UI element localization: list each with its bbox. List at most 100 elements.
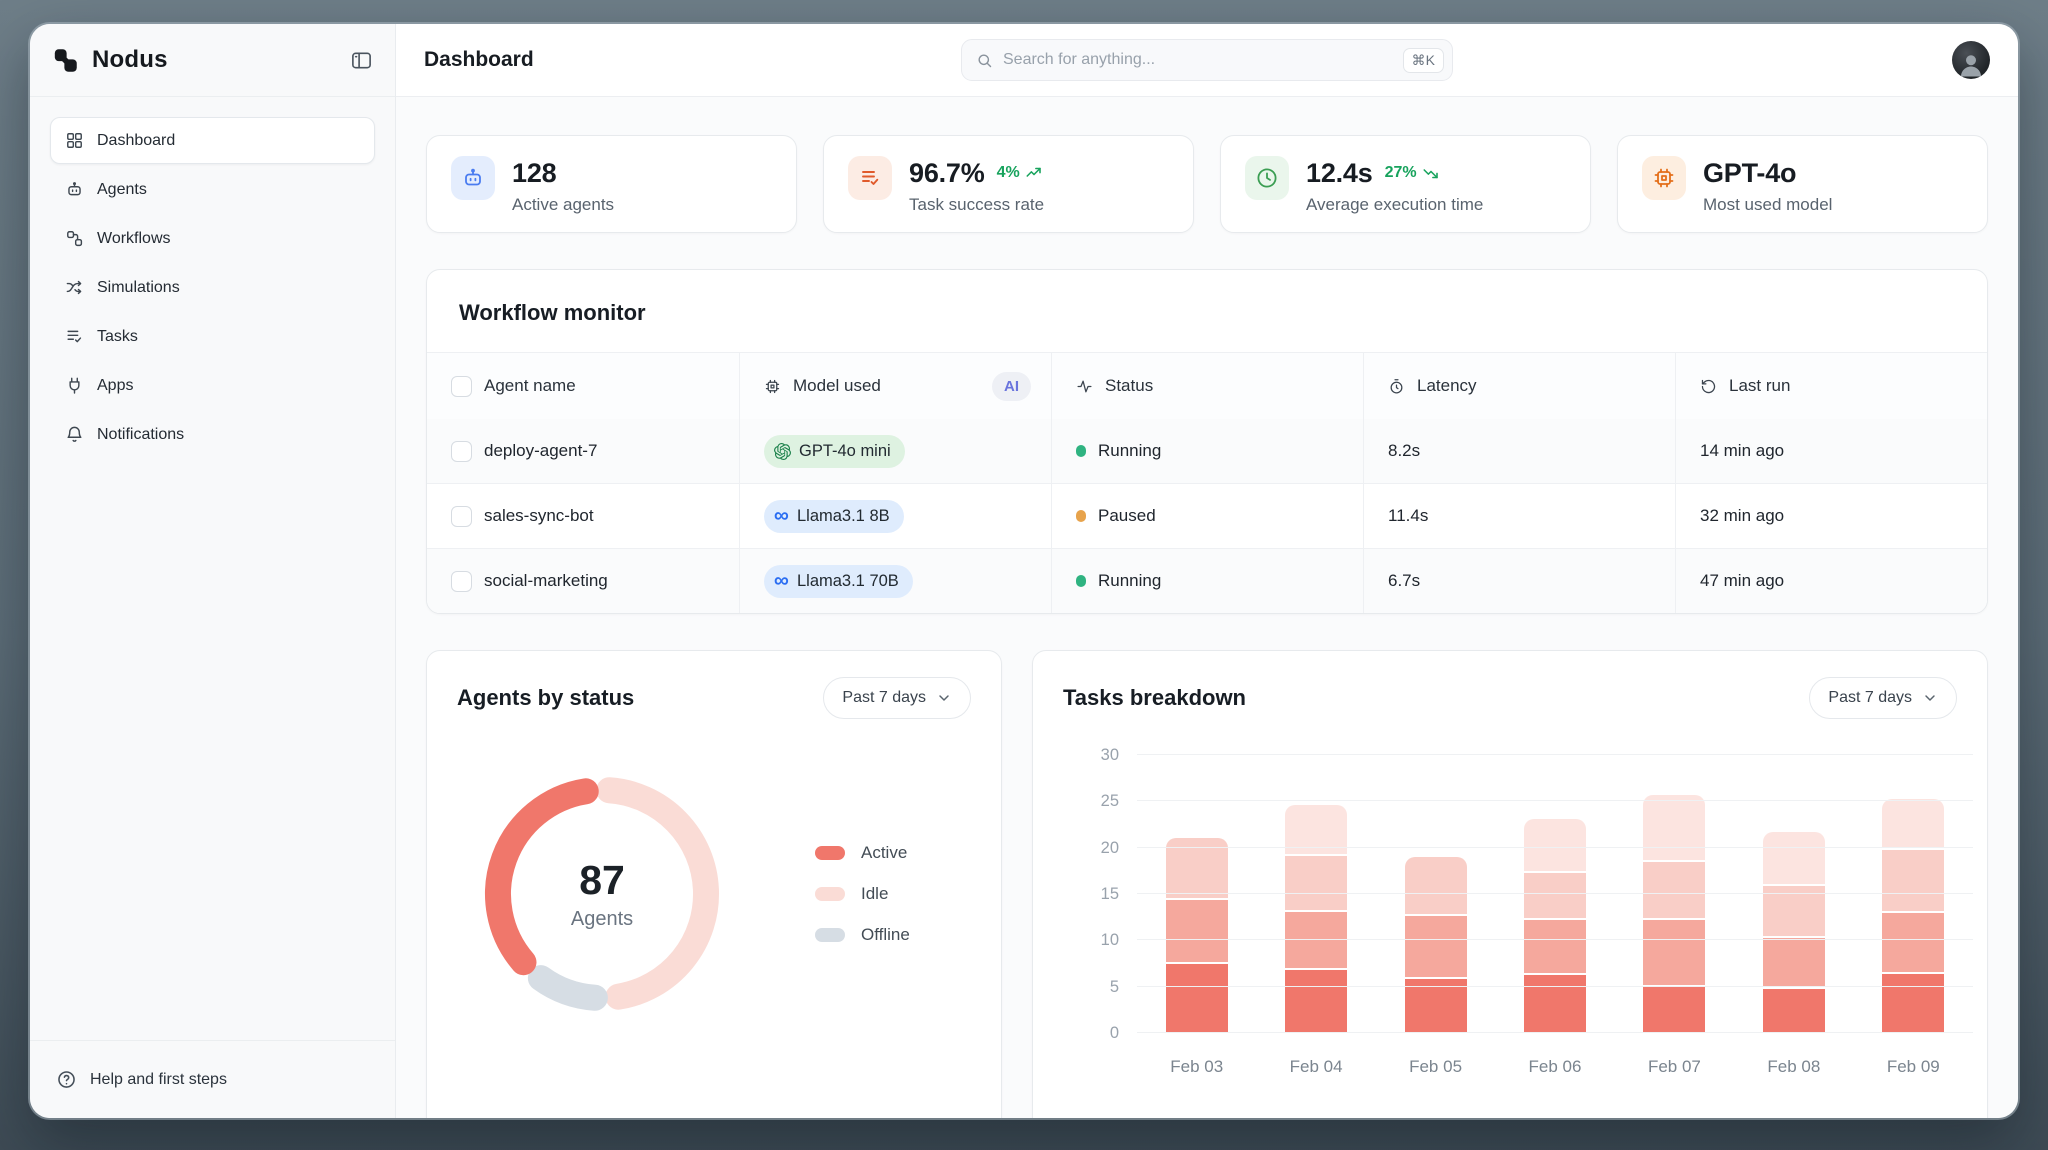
agent-name: social-marketing xyxy=(484,571,608,590)
nodus-logo-icon xyxy=(52,47,79,74)
sidebar-item-simulations[interactable]: Simulations xyxy=(50,264,375,311)
stats-row: 128 Active agents 96.7% 4% Task success … xyxy=(426,135,1988,233)
y-axis-tick: 25 xyxy=(1100,792,1119,811)
x-axis-label: Feb 04 xyxy=(1289,1057,1343,1076)
table-row[interactable]: social-marketing ∞ Llama3.1 70B Running … xyxy=(427,548,1987,613)
status-dot xyxy=(1076,575,1086,587)
bar-segment xyxy=(1762,988,1825,1033)
avatar[interactable] xyxy=(1952,41,1990,79)
status-text: Paused xyxy=(1098,506,1156,525)
column-header-status: Status xyxy=(1051,353,1363,419)
history-icon xyxy=(1700,378,1717,395)
stat-delta: 27% xyxy=(1385,164,1440,182)
bar-feb-06 xyxy=(1523,818,1586,1033)
bar-segment xyxy=(1882,850,1945,912)
row-checkbox[interactable] xyxy=(451,440,472,462)
last-run-value: 32 min ago xyxy=(1700,506,1785,525)
status-dot xyxy=(1076,445,1086,457)
row-checkbox[interactable] xyxy=(451,570,472,592)
search-bar[interactable]: ⌘K xyxy=(961,39,1453,81)
bar-segment xyxy=(1643,795,1706,861)
column-label: Status xyxy=(1105,376,1154,395)
legend-item-offline: Offline xyxy=(815,925,910,945)
bot-icon xyxy=(451,156,495,200)
app-window: Nodus Dashboard Agents Workflows Simulat… xyxy=(30,24,2018,1118)
column-header-last-run: Last run xyxy=(1675,353,1987,419)
help-and-first-steps[interactable]: Help and first steps xyxy=(30,1040,395,1118)
bar-segment xyxy=(1285,855,1348,911)
timer-icon xyxy=(1388,378,1405,395)
x-axis-label: Feb 07 xyxy=(1647,1057,1701,1076)
donut-center-value: 87 xyxy=(579,857,625,903)
latency-value: 8.2s xyxy=(1388,441,1421,460)
sidebar-toggle-icon[interactable] xyxy=(350,49,373,72)
stat-delta: 4% xyxy=(997,164,1043,182)
gridline xyxy=(1137,846,1973,848)
x-axis-labels: Feb 03 Feb 04 Feb 05 Feb 06 Feb 07 Feb 08 Feb … xyxy=(1137,1057,1973,1077)
model-name: Llama3.1 8B xyxy=(796,506,890,525)
help-circle-icon xyxy=(56,1069,77,1090)
status-text: Running xyxy=(1098,441,1162,460)
page-title: Dashboard xyxy=(424,48,534,71)
stat-card-most-used-model: GPT-4o Most used model xyxy=(1617,135,1988,233)
x-axis-label: Feb 09 xyxy=(1886,1057,1940,1076)
stat-label: Most used model xyxy=(1703,195,1833,214)
legend-swatch xyxy=(815,887,845,901)
stat-value: GPT-4o xyxy=(1703,157,1797,188)
bar-segment xyxy=(1882,913,1945,972)
column-header-model-used: Model used AI xyxy=(739,353,1051,419)
x-axis-label: Feb 08 xyxy=(1767,1057,1821,1076)
range-dropdown[interactable]: Past 7 days xyxy=(1809,677,1957,719)
sidebar-item-label: Workflows xyxy=(97,229,171,247)
bot-icon xyxy=(65,180,84,199)
model-pill: ∞ GPT-4o mini xyxy=(764,434,905,468)
latency-value: 6.7s xyxy=(1388,571,1421,590)
table-row[interactable]: sales-sync-bot ∞ Llama3.1 8B Paused 11.4… xyxy=(427,483,1987,548)
y-axis-tick: 20 xyxy=(1100,838,1119,857)
bar-segment xyxy=(1643,919,1706,985)
sidebar-item-tasks[interactable]: Tasks xyxy=(50,313,375,360)
range-label: Past 7 days xyxy=(842,689,926,706)
topbar: Dashboard ⌘K xyxy=(396,24,2018,97)
sidebar-item-agents[interactable]: Agents xyxy=(50,166,375,213)
openai-logo-icon xyxy=(774,442,791,460)
select-all-checkbox[interactable] xyxy=(451,375,472,397)
gridline xyxy=(1137,985,1973,987)
trending-up-icon xyxy=(1025,164,1043,182)
model-pill: ∞ Llama3.1 70B xyxy=(764,564,913,598)
sidebar-item-apps[interactable]: Apps xyxy=(50,362,375,409)
row-checkbox[interactable] xyxy=(451,505,472,527)
model-name: Llama3.1 70B xyxy=(796,571,899,590)
table-body: deploy-agent-7 ∞ GPT-4o mini Running 8.2… xyxy=(427,419,1987,613)
x-axis-label: Feb 06 xyxy=(1528,1057,1582,1076)
chevron-down-icon xyxy=(1922,690,1938,706)
grid-icon xyxy=(65,131,84,150)
sidebar-item-label: Dashboard xyxy=(97,131,176,149)
workflow-icon xyxy=(65,229,84,248)
bar-segment xyxy=(1762,938,1825,987)
search-icon xyxy=(976,52,993,69)
plug-icon xyxy=(65,376,84,395)
range-label: Past 7 days xyxy=(1828,689,1912,706)
column-header-latency: Latency xyxy=(1363,353,1675,419)
x-axis-label: Feb 03 xyxy=(1170,1057,1224,1076)
bar-segment xyxy=(1643,862,1706,918)
bell-icon xyxy=(65,425,84,444)
sidebar-item-dashboard[interactable]: Dashboard xyxy=(50,117,375,164)
bar-segment xyxy=(1523,873,1586,918)
range-dropdown[interactable]: Past 7 days xyxy=(823,677,971,719)
table-header-row: Agent name Model used AI Status Latency xyxy=(427,352,1987,419)
stat-card-task-success-rate: 96.7% 4% Task success rate xyxy=(823,135,1194,233)
bar-segment xyxy=(1404,979,1467,1033)
sidebar-item-label: Tasks xyxy=(97,327,138,345)
gridline xyxy=(1137,893,1973,894)
stat-label: Average execution time xyxy=(1306,195,1484,214)
legend-label: Active xyxy=(861,843,908,862)
sidebar-item-workflows[interactable]: Workflows xyxy=(50,215,375,262)
stat-card-average-execution-time: 12.4s 27% Average execution time xyxy=(1220,135,1591,233)
sidebar-item-notifications[interactable]: Notifications xyxy=(50,411,375,458)
bar-feb-09 xyxy=(1882,799,1945,1033)
search-input[interactable] xyxy=(1003,51,1393,69)
tasks-breakdown-card: Tasks breakdown Past 7 days 0 5 10 15 20 25 30… xyxy=(1032,650,1988,1118)
table-row[interactable]: deploy-agent-7 ∞ GPT-4o mini Running 8.2… xyxy=(427,419,1987,483)
